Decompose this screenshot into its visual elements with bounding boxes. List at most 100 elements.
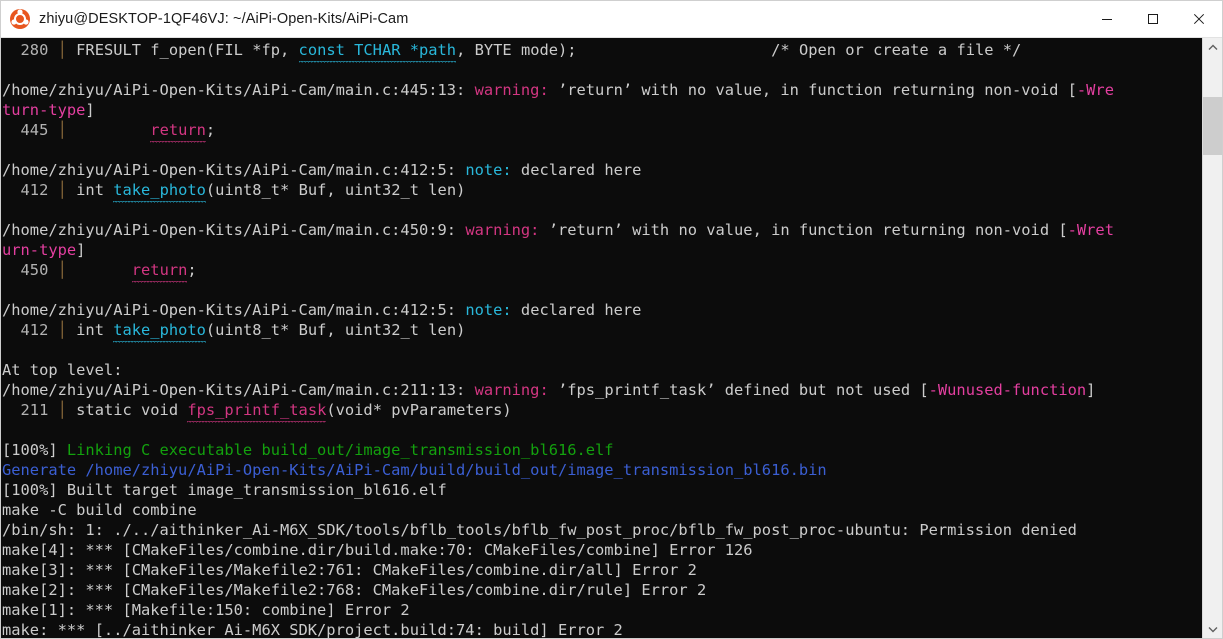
terminal-text: 412 — [2, 321, 58, 339]
terminal-text: make -C build combine — [2, 501, 197, 519]
terminal-text: ’return’ with no value, in function retu… — [557, 81, 1077, 99]
terminal-text: -Wre — [1076, 81, 1114, 99]
terminal-text: note: — [465, 301, 521, 319]
terminal-text: urn-type — [2, 241, 77, 259]
terminal-line: 211 │ static void fps_printf_task(void* … — [2, 400, 1202, 423]
terminal-output[interactable]: 280 │ FRESULT f_open(FIL *fp, const TCHA… — [1, 38, 1202, 638]
minimize-button[interactable] — [1084, 1, 1130, 37]
terminal-line: /home/zhiyu/AiPi-Open-Kits/AiPi-Cam/main… — [2, 300, 1202, 320]
terminal-text: -Wunused-function — [928, 381, 1087, 399]
terminal-text: Generate /home/zhiyu/AiPi-Open-Kits/AiPi… — [2, 461, 827, 479]
terminal-text: ] — [1086, 381, 1096, 399]
terminal-text: │ — [57, 41, 67, 59]
terminal-text: (uint8_t* Buf, uint32_t len) — [205, 321, 466, 339]
terminal-text: [100%] — [2, 441, 67, 459]
terminal-text: warning: — [474, 381, 558, 399]
terminal-line: /home/zhiyu/AiPi-Open-Kits/AiPi-Cam/main… — [2, 160, 1202, 180]
terminal-text: const TCHAR *path — [298, 41, 457, 63]
maximize-button[interactable] — [1130, 1, 1176, 37]
terminal-text: │ — [57, 181, 67, 199]
chevron-up-icon[interactable] — [1203, 38, 1222, 57]
terminal-line: /bin/sh: 1: ./../aithinker_Ai-M6X_SDK/to… — [2, 520, 1202, 540]
terminal-line: turn-type] — [2, 100, 1202, 120]
terminal-text: make[2]: *** [CMakeFiles/Makefile2:768: … — [2, 581, 707, 599]
terminal-line: [100%] Built target image_transmission_b… — [2, 480, 1202, 500]
terminal-text: │ — [57, 321, 67, 339]
terminal-text: warning: — [474, 81, 558, 99]
terminal-line: make[3]: *** [CMakeFiles/Makefile2:761: … — [2, 560, 1202, 580]
terminal-text: , BYTE mode); — [456, 41, 577, 59]
scrollbar-track[interactable] — [1203, 57, 1222, 619]
terminal-text: ; — [205, 121, 216, 139]
ubuntu-icon — [10, 9, 30, 29]
terminal-text: /home/zhiyu/AiPi-Open-Kits/AiPi-Cam/main… — [2, 81, 475, 99]
terminal-line: make[4]: *** [CMakeFiles/combine.dir/bui… — [2, 540, 1202, 560]
terminal-text: make[1]: *** [Makefile:150: combine] Err… — [2, 601, 410, 619]
terminal-text: make[4]: *** [CMakeFiles/combine.dir/bui… — [2, 541, 753, 559]
terminal-text: -Wret — [1067, 221, 1114, 239]
terminal-text: │ — [57, 261, 67, 279]
terminal-line: make: *** [../aithinker_Ai-M6X_SDK/proje… — [2, 620, 1202, 638]
terminal-text: take_photo — [113, 181, 206, 203]
terminal-text: ’fps_printf_task’ defined but not used [ — [557, 381, 929, 399]
window-controls — [1084, 1, 1222, 37]
terminal-window: zhiyu@DESKTOP-1QF46VJ: ~/AiPi-Open-Kits/… — [0, 0, 1223, 639]
terminal-line: 445 │ return; — [2, 120, 1202, 143]
terminal-text: turn-type — [2, 101, 86, 119]
terminal-line: 450 │ return; — [2, 260, 1202, 283]
terminal-line: 412 │ int take_photo(uint8_t* Buf, uint3… — [2, 320, 1202, 343]
terminal-text: make: *** [../aithinker_Ai-M6X_SDK/proje… — [2, 621, 623, 638]
terminal-text: ] — [76, 241, 86, 259]
terminal-text: static void — [66, 401, 188, 419]
terminal-text: [100%] Built target image_transmission_b… — [2, 481, 447, 499]
terminal-text: ] — [85, 101, 95, 119]
terminal-text: 450 — [2, 261, 58, 279]
terminal-text: │ — [57, 401, 67, 419]
terminal-line: make -C build combine — [2, 500, 1202, 520]
chevron-down-icon[interactable] — [1203, 619, 1222, 638]
terminal-text: (void* pvParameters) — [326, 401, 512, 419]
terminal-line: urn-type] — [2, 240, 1202, 260]
terminal-line: make[1]: *** [Makefile:150: combine] Err… — [2, 600, 1202, 620]
terminal-text: warning: — [465, 221, 549, 239]
terminal-text: ; — [187, 261, 197, 279]
terminal-text: fps_printf_task — [187, 401, 327, 423]
terminal-line: [100%] Linking C executable build_out/im… — [2, 440, 1202, 460]
terminal-text: (uint8_t* Buf, uint32_t len) — [205, 181, 466, 199]
terminal-line: make[2]: *** [CMakeFiles/Makefile2:768: … — [2, 580, 1202, 600]
terminal-text: 445 — [2, 121, 58, 139]
terminal-text: /home/zhiyu/AiPi-Open-Kits/AiPi-Cam/main… — [2, 381, 475, 399]
terminal-line: 280 │ FRESULT f_open(FIL *fp, const TCHA… — [2, 40, 1202, 63]
title-bar-left: zhiyu@DESKTOP-1QF46VJ: ~/AiPi-Open-Kits/… — [1, 9, 1084, 29]
terminal-text: 280 — [2, 41, 58, 59]
terminal-scrollbar[interactable] — [1202, 38, 1222, 638]
terminal-text: 412 — [2, 181, 58, 199]
terminal-text: return — [131, 261, 188, 283]
window-title: zhiyu@DESKTOP-1QF46VJ: ~/AiPi-Open-Kits/… — [39, 11, 409, 27]
terminal-text: FRESULT f_open(FIL *fp, — [66, 41, 299, 59]
terminal-text: return — [150, 121, 206, 143]
terminal-text: │ — [57, 121, 67, 139]
terminal-line: Generate /home/zhiyu/AiPi-Open-Kits/AiPi… — [2, 460, 1202, 480]
terminal-text: int — [66, 321, 114, 339]
terminal-line: /home/zhiyu/AiPi-Open-Kits/AiPi-Cam/main… — [2, 220, 1202, 240]
terminal-text: declared here — [520, 301, 642, 319]
terminal-text: make[3]: *** [CMakeFiles/Makefile2:761: … — [2, 561, 697, 579]
terminal-text: ’return’ with no value, in function retu… — [548, 221, 1068, 239]
terminal-body: 280 │ FRESULT f_open(FIL *fp, const TCHA… — [1, 38, 1222, 638]
terminal-text: take_photo — [113, 321, 206, 343]
terminal-line: /home/zhiyu/AiPi-Open-Kits/AiPi-Cam/main… — [2, 380, 1202, 400]
scrollbar-thumb[interactable] — [1203, 97, 1222, 155]
close-button[interactable] — [1176, 1, 1222, 37]
terminal-text: note: — [465, 161, 521, 179]
terminal-text: 211 — [2, 401, 58, 419]
terminal-text: /home/zhiyu/AiPi-Open-Kits/AiPi-Cam/main… — [2, 221, 466, 239]
terminal-text: Linking C executable build_out/image_tra… — [66, 441, 614, 459]
